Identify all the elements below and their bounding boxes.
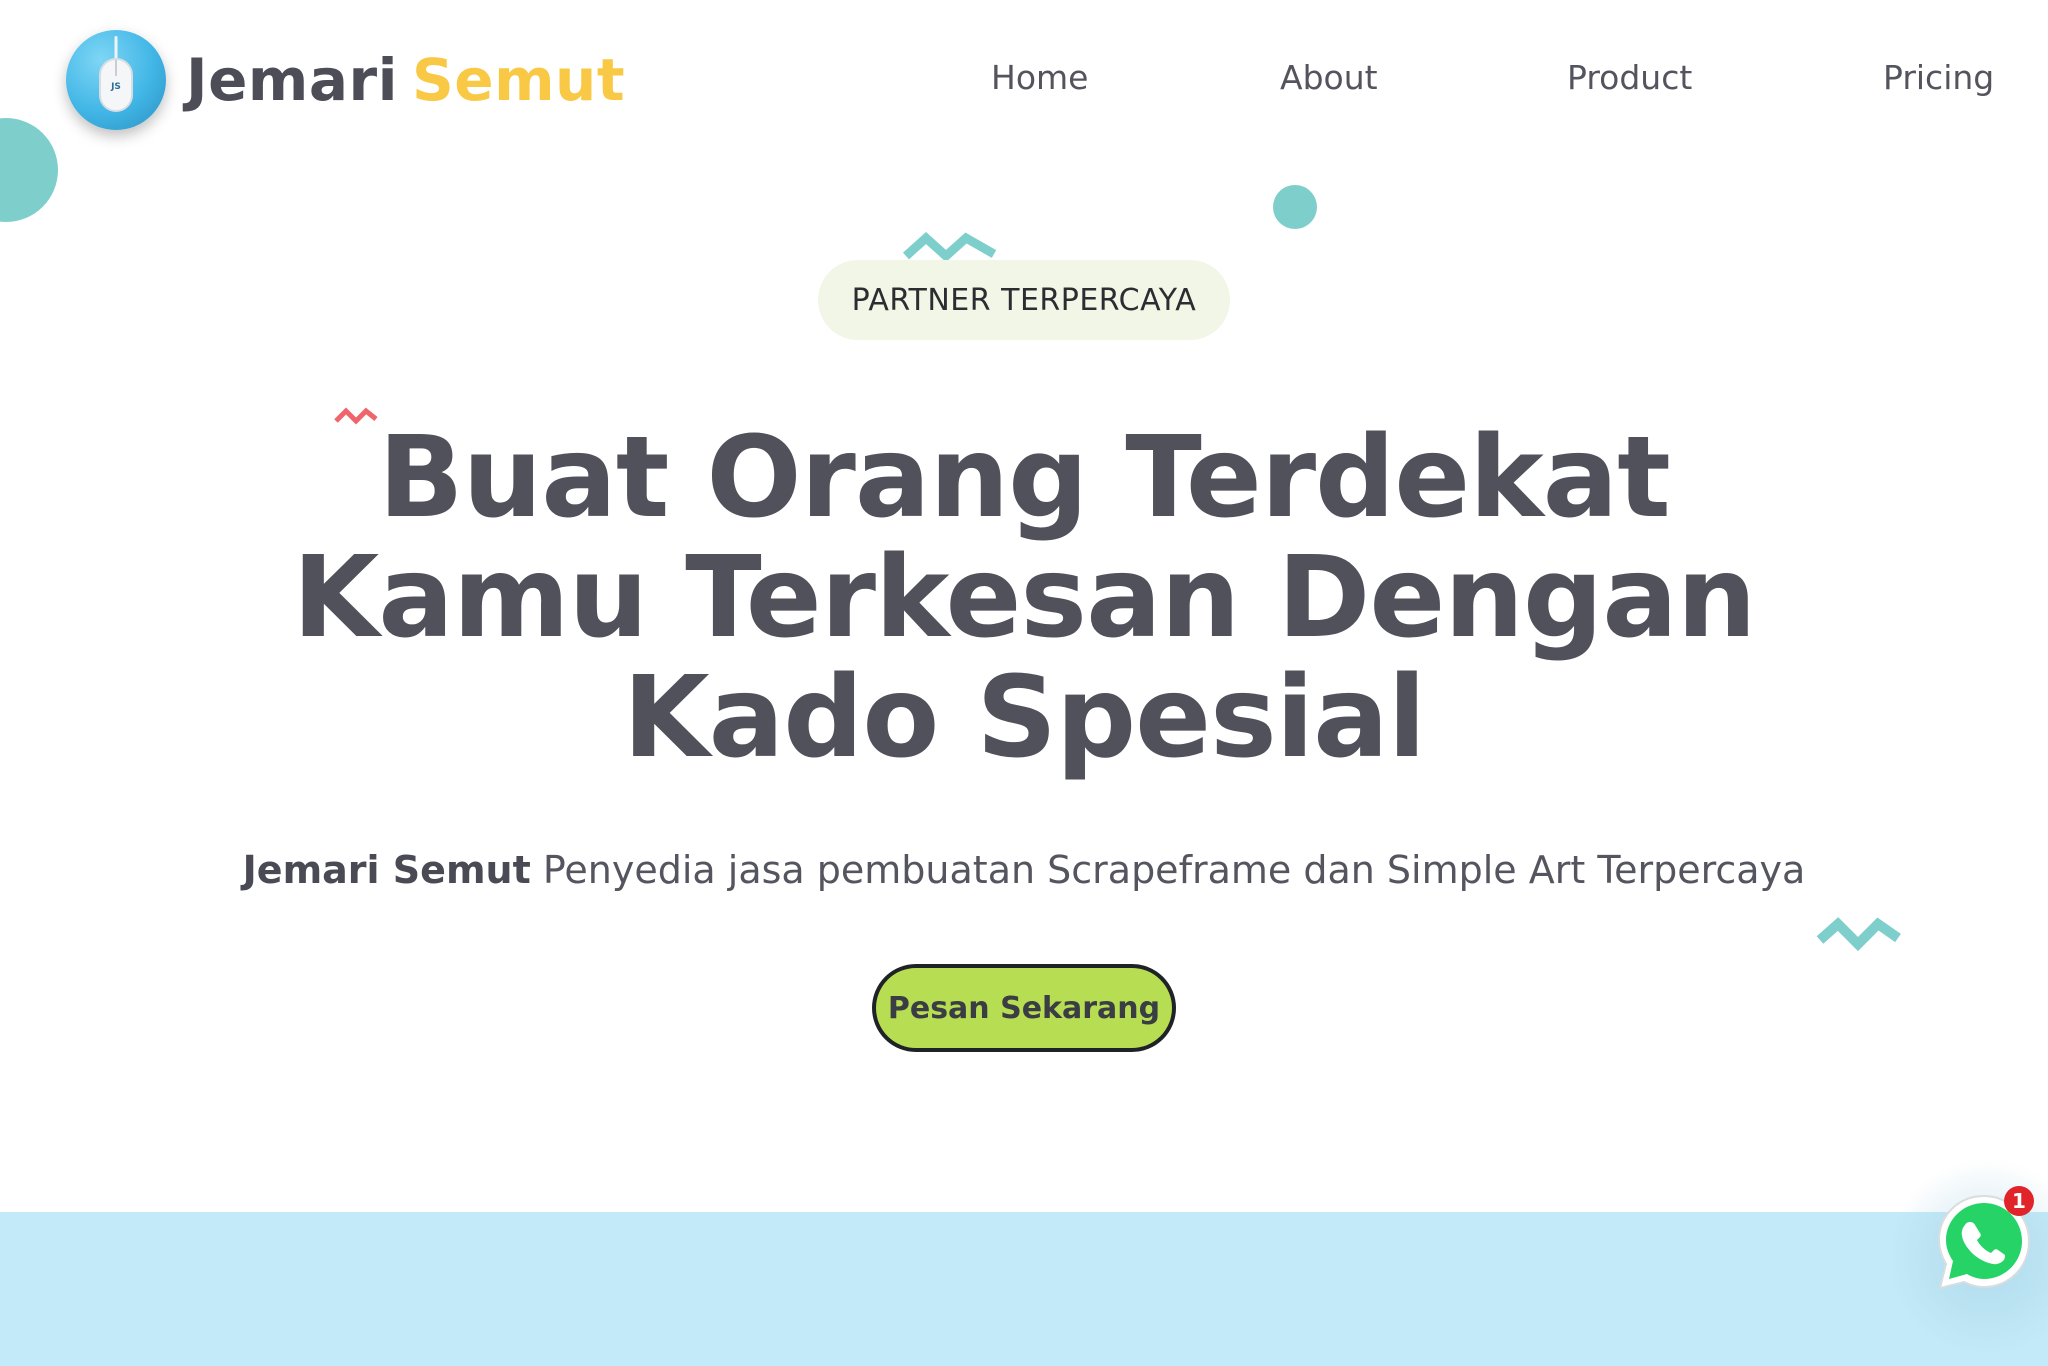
- partner-badge: PARTNER TERPERCAYA: [818, 260, 1230, 340]
- decorative-circle-left: [0, 118, 58, 222]
- subtitle-brand: Jemari Semut: [242, 848, 531, 892]
- nav-about[interactable]: About: [1280, 58, 1378, 97]
- mouse-cord: [114, 36, 118, 60]
- decorative-zigzag-top: [902, 231, 997, 262]
- brand-name-part2: Semut: [411, 46, 626, 114]
- nav-pricing[interactable]: Pricing: [1883, 58, 1994, 97]
- headline-line-1: Buat Orang Terdekat: [378, 413, 1671, 543]
- hero-subtitle: Jemari Semut Penyedia jasa pembuatan Scr…: [124, 848, 1924, 892]
- site-logo[interactable]: JS Jemari Semut: [66, 30, 625, 130]
- headline-line-3: Kado Spesial: [622, 653, 1426, 783]
- mouse-logo-icon: JS: [66, 30, 166, 130]
- subtitle-text: Penyedia jasa pembuatan Scrapeframe dan …: [530, 848, 1806, 892]
- brand-name: Jemari Semut: [186, 51, 625, 109]
- order-now-button[interactable]: Pesan Sekarang: [872, 964, 1176, 1052]
- next-section-band: [0, 1212, 2048, 1366]
- logo-mark: JS: [111, 82, 121, 92]
- nav-home[interactable]: Home: [991, 58, 1088, 97]
- decorative-zigzag-right: [1816, 917, 1901, 952]
- mouse-body: JS: [99, 58, 133, 112]
- decorative-dot: [1273, 185, 1317, 229]
- headline-line-2: Kamu Terkesan Dengan: [292, 533, 1756, 663]
- whatsapp-notification-badge: 1: [2004, 1186, 2034, 1216]
- brand-name-part1: Jemari: [186, 46, 398, 114]
- nav-product[interactable]: Product: [1567, 58, 1692, 97]
- hero-headline: Buat Orang Terdekat Kamu Terkesan Dengan…: [224, 418, 1824, 778]
